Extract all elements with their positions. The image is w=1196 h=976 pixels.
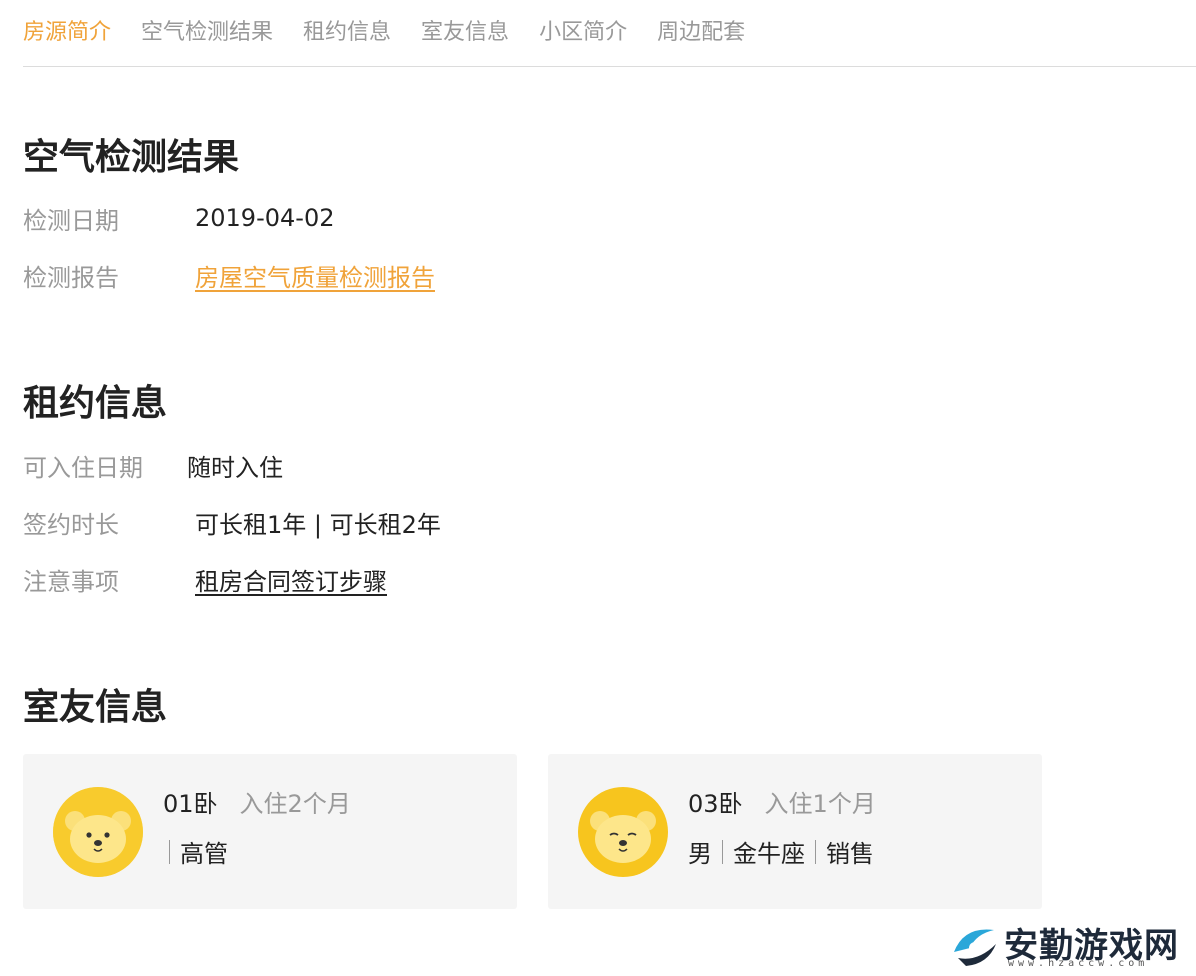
roommate-card[interactable]: 03卧 入住1个月 男 金牛座 销售 xyxy=(548,754,1042,909)
card-header: 03卧 入住1个月 xyxy=(688,784,876,819)
watermark-logo-icon xyxy=(954,929,996,966)
site-watermark: 安勤游戏网 www.hzaccw.com xyxy=(948,914,1188,974)
notes-label: 注意事项 xyxy=(23,567,119,596)
notes-row: 注意事项 租房合同签订步骤 xyxy=(23,559,387,599)
room-number: 03卧 xyxy=(688,790,743,818)
air-report-link[interactable]: 房屋空气质量检测报告 xyxy=(195,258,435,293)
roommate-tag: 销售 xyxy=(826,840,874,868)
tab-surroundings[interactable]: 周边配套 xyxy=(657,5,745,61)
test-report-label: 检测报告 xyxy=(23,263,119,292)
roommate-tag: 男 xyxy=(688,840,712,868)
test-report-row: 检测报告 房屋空气质量检测报告 xyxy=(23,255,435,295)
movein-label: 可入住日期 xyxy=(23,453,143,482)
tab-community-intro[interactable]: 小区简介 xyxy=(539,5,627,61)
room-number: 01卧 xyxy=(163,790,218,818)
tag-separator xyxy=(722,839,723,864)
tab-roommate-info[interactable]: 室友信息 xyxy=(421,5,509,61)
lease-info-heading: 租约信息 xyxy=(23,383,168,424)
movein-value: 随时入住 xyxy=(187,453,283,482)
roommate-tags: 高管 xyxy=(163,834,228,869)
tag-separator xyxy=(815,839,816,864)
test-date-label: 检测日期 xyxy=(23,206,119,235)
roommate-tags: 男 金牛座 销售 xyxy=(688,834,874,869)
watermark-url: www.hzaccw.com xyxy=(1008,958,1149,969)
roommate-tag: 高管 xyxy=(180,840,228,868)
stay-duration: 入住2个月 xyxy=(239,790,351,818)
tab-listing-intro[interactable]: 房源简介 xyxy=(23,5,111,61)
roommate-tag: 金牛座 xyxy=(733,840,805,868)
lease-term-label: 签约时长 xyxy=(23,510,119,539)
roommate-card[interactable]: 01卧 入住2个月 高管 xyxy=(23,754,517,909)
movein-row: 可入住日期 随时入住 xyxy=(23,445,283,485)
air-test-heading: 空气检测结果 xyxy=(23,137,240,178)
test-date-value: 2019-04-02 xyxy=(195,204,335,232)
roommate-info-heading: 室友信息 xyxy=(23,687,168,728)
lease-term-row: 签约时长 可长租1年 | 可长租2年 xyxy=(23,502,441,542)
test-date-row: 检测日期 2019-04-02 xyxy=(23,198,334,238)
contract-steps-link[interactable]: 租房合同签订步骤 xyxy=(195,562,387,597)
bear-avatar-icon xyxy=(578,787,668,877)
tab-lease-info[interactable]: 租约信息 xyxy=(303,5,391,61)
section-tab-bar: 房源简介 空气检测结果 租约信息 室友信息 小区简介 周边配套 xyxy=(23,0,1196,67)
bear-avatar-icon xyxy=(53,787,143,877)
stay-duration: 入住1个月 xyxy=(764,790,876,818)
lease-term-value: 可长租1年 | 可长租2年 xyxy=(195,510,441,539)
tag-separator xyxy=(169,839,170,864)
card-header: 01卧 入住2个月 xyxy=(163,784,351,819)
tab-air-test[interactable]: 空气检测结果 xyxy=(141,5,273,61)
